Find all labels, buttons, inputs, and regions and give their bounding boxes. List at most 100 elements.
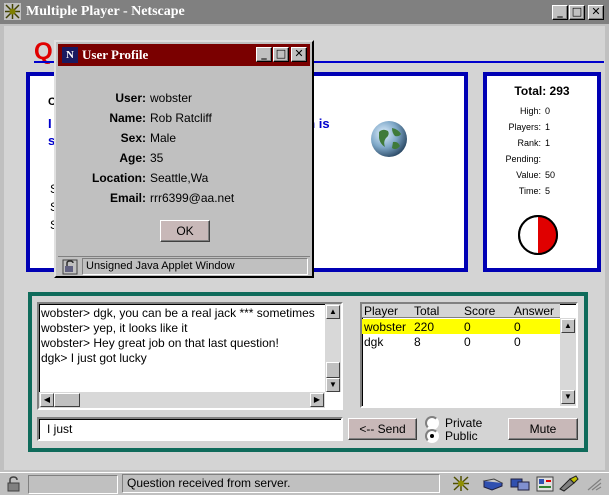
profile-title: User Profile [82,47,149,62]
player-score: 0 [464,335,471,349]
maximize-button[interactable]: □ [569,5,585,20]
maximize-icon: □ [275,47,287,60]
window-titlebar: Multiple Player - Netscape _ □ ✕ [0,0,609,24]
timer-fill [538,216,557,254]
applet-warning-bar: Unsigned Java Applet Window [58,256,310,276]
col-answer-header: Answer [514,304,555,318]
player-table: Player Total Score Answer wobster 220 0 … [360,302,578,408]
status-text: Question received from server. [122,474,440,493]
profile-close-button[interactable]: ✕ [291,47,307,62]
minimize-icon: _ [557,5,563,18]
chat-lines: wobster> dgk, you can be a real jack ***… [41,306,325,392]
time-label: Time: [518,186,541,196]
table-row[interactable]: wobster 220 0 0 [362,319,560,334]
col-score-header: Score [464,304,496,318]
minimize-icon: _ [261,47,267,60]
sex-value: Male [150,131,177,145]
send-button[interactable]: <-- Send [348,418,417,440]
close-button[interactable]: ✕ [588,5,604,20]
resize-grip-icon[interactable] [586,477,602,491]
arrow-up-icon: ▲ [329,307,337,316]
progress-bar [28,475,118,494]
col-total-header: Total [414,304,440,318]
name-value: Rob Ratcliff [150,111,212,125]
high-value: 0 [545,106,551,116]
chat-transcript[interactable]: wobster> dgk, you can be a real jack ***… [37,302,343,410]
conference-icon[interactable] [558,475,580,492]
player-name: dgk [364,335,384,349]
arrow-down-icon: ▼ [329,380,337,389]
chat-hscroll-thumb[interactable] [54,393,80,407]
table-row[interactable]: dgk 8 0 0 [362,334,560,349]
high-label: High: [519,106,541,116]
maximize-icon: □ [571,5,583,18]
netscape-n-icon: N [62,47,78,63]
minimize-button[interactable]: _ [552,5,568,20]
age-value: 35 [150,151,164,165]
chat-scroll-thumb[interactable] [326,362,340,378]
discussion-icon[interactable] [510,477,530,491]
chat-vscroll[interactable]: ▲ ▼ [325,304,341,392]
chat-scroll-up-button[interactable]: ▲ [326,305,340,319]
public-radio[interactable] [425,429,439,443]
total-value: 293 [549,84,570,98]
arrow-left-icon: ◀ [43,395,51,404]
chat-line: wobster> dgk, you can be a real jack ***… [41,306,315,320]
players-label: Players: [508,122,541,132]
player-answer: 0 [514,335,521,349]
ok-button[interactable]: OK [160,220,210,242]
player-total: 8 [414,335,421,349]
players-value: 1 [545,122,551,132]
chat-scroll-down-button[interactable]: ▼ [326,378,340,392]
player-score: 0 [464,320,471,334]
public-radio-dot [430,434,434,438]
chat-line: wobster> Hey great job on that last ques… [41,336,279,350]
chat-line: dgk> I just got lucky [41,351,147,365]
profile-minimize-button[interactable]: _ [256,47,272,62]
navigator-icon[interactable] [452,475,470,492]
player-scroll-down-button[interactable]: ▼ [561,390,575,404]
close-icon: ✕ [591,5,601,18]
pending-label: Pending: [505,154,541,164]
total-score: Total: 293 [487,84,597,98]
mail-icon[interactable] [482,477,504,491]
email-value: rrr6399@aa.net [150,191,235,205]
applet-warning-text: Unsigned Java Applet Window [82,258,308,275]
chat-input[interactable]: I just [47,422,72,436]
location-value: Seattle,Wa [150,171,209,185]
age-label: Age: [119,151,146,165]
player-table-header: Player Total Score Answer [362,304,560,318]
chat-hscroll[interactable]: ◀ ▶ [39,392,325,408]
email-label: Email: [109,191,146,205]
question-text-line1-start: I [48,116,52,131]
value-label: Value: [516,170,541,180]
profile-maximize-button[interactable]: □ [273,47,289,62]
player-answer: 0 [514,320,521,334]
timer-pie [518,215,558,255]
unlocked-key-icon [62,259,78,275]
composer-icon[interactable] [536,476,554,492]
security-lock-icon [7,476,20,492]
player-scroll-up-button[interactable]: ▲ [561,319,575,333]
netscape-app-icon [4,3,21,20]
value-value: 50 [545,170,556,180]
player-total: 220 [414,320,435,334]
arrow-up-icon: ▲ [564,321,572,330]
name-label: Name: [109,111,146,125]
player-name: wobster [364,320,407,334]
public-label: Public [445,429,478,443]
private-radio[interactable] [425,416,439,430]
window-title: Multiple Player - Netscape [26,4,185,19]
user-label: User: [115,91,146,105]
player-vscroll[interactable]: ▲ ▼ [560,318,576,406]
chat-scroll-right-button[interactable]: ▶ [310,393,324,407]
user-profile-dialog: N User Profile _ □ ✕ User: wobster Name:… [54,40,314,278]
total-label: Total: [514,84,547,98]
globe-icon [371,121,407,157]
chat-scroll-left-button[interactable]: ◀ [40,393,54,407]
mute-button[interactable]: Mute [508,418,578,440]
rank-label: Rank: [517,138,541,148]
sex-label: Sex: [120,131,146,145]
chat-input-box[interactable]: I just [37,417,343,441]
user-value: wobster [150,91,193,105]
